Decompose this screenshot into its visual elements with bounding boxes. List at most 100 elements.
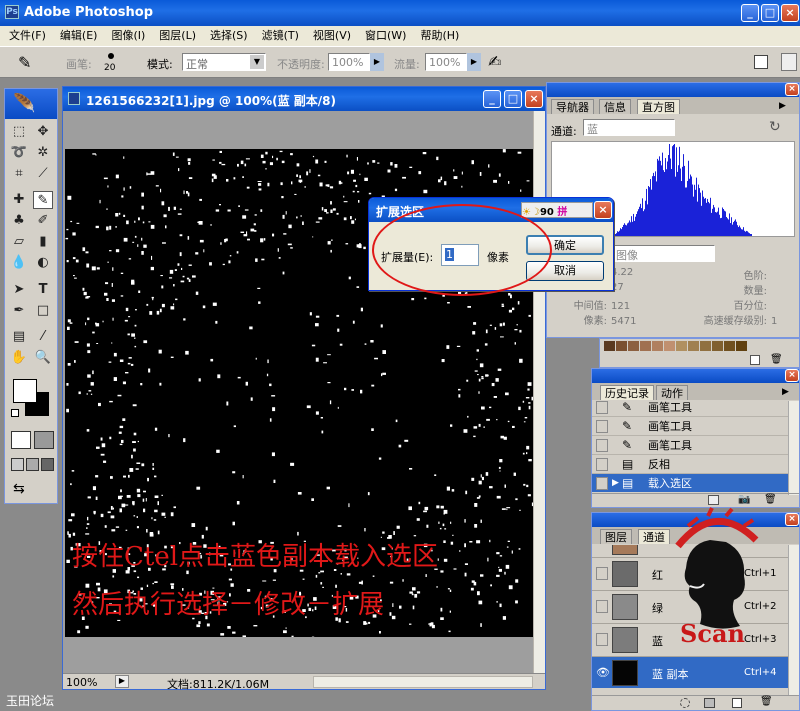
history-item[interactable]: ✎ 画笔工具 xyxy=(592,435,788,454)
history-close-button[interactable]: × xyxy=(785,369,799,382)
history-trash-icon[interactable]: 🗑 xyxy=(764,494,777,505)
swatch[interactable] xyxy=(724,341,735,351)
blur-tool-icon[interactable]: 💧 xyxy=(9,254,29,272)
tab-info[interactable]: 信息 xyxy=(599,99,631,114)
flow-input[interactable]: 100% xyxy=(425,53,467,71)
tab-layers[interactable]: 图层 xyxy=(600,529,632,544)
standard-mode-icon[interactable] xyxy=(11,431,31,449)
move-tool-icon[interactable]: ✥ xyxy=(33,123,53,141)
ok-button[interactable]: 确定 xyxy=(526,235,604,255)
history-item[interactable]: ▤ 反相 xyxy=(592,454,788,473)
screen-mode-standard-icon[interactable] xyxy=(11,458,24,471)
swatch[interactable] xyxy=(628,341,639,351)
doc-maximize-button[interactable]: □ xyxy=(504,90,522,108)
refresh-icon[interactable]: ↻ xyxy=(769,119,781,135)
save-selection-icon[interactable] xyxy=(704,698,715,708)
vertical-scrollbar[interactable] xyxy=(533,111,545,673)
menu-item-1[interactable]: 编辑(E) xyxy=(53,26,105,46)
swatch[interactable] xyxy=(676,341,687,351)
menu-item-7[interactable]: 窗口(W) xyxy=(358,26,413,46)
doc-minimize-button[interactable]: _ xyxy=(483,90,501,108)
shape-tool-icon[interactable]: □ xyxy=(33,302,53,320)
palette-well-icon[interactable] xyxy=(754,55,768,69)
crop-tool-icon[interactable]: ⌗ xyxy=(9,165,29,183)
swatch[interactable] xyxy=(700,341,711,351)
channels-close-button[interactable]: × xyxy=(785,513,799,526)
channel-row[interactable]: 👁 蓝 副本 Ctrl+4 xyxy=(592,656,788,688)
eraser-tool-icon[interactable]: ▱ xyxy=(9,233,29,251)
tab-actions[interactable]: 动作 xyxy=(656,385,688,400)
flow-arrow-icon[interactable]: ▶ xyxy=(467,53,481,71)
swatch[interactable] xyxy=(688,341,699,351)
eye-icon[interactable]: 👁 xyxy=(596,666,610,679)
swatch[interactable] xyxy=(712,341,723,351)
mode-select[interactable]: 正常 ▼ xyxy=(182,53,266,71)
hand-tool-icon[interactable]: ✋ xyxy=(9,349,29,367)
history-state-box[interactable] xyxy=(596,401,608,414)
tab-histogram[interactable]: 直方图 xyxy=(637,99,680,114)
quickmask-mode-icon[interactable] xyxy=(34,431,54,449)
trash-icon[interactable]: 🗑 xyxy=(770,354,783,365)
channel-select[interactable]: 蓝 xyxy=(583,119,675,136)
history-state-box[interactable] xyxy=(596,420,608,433)
history-item[interactable]: ✎ 画笔工具 xyxy=(592,401,788,416)
brush-tool-icon[interactable]: ✎ xyxy=(33,191,53,209)
workspace-icon[interactable] xyxy=(781,53,797,71)
opacity-arrow-icon[interactable]: ▶ xyxy=(370,53,384,71)
history-brush-tool-icon[interactable]: ✐ xyxy=(33,212,53,230)
menu-item-2[interactable]: 图像(I) xyxy=(104,26,152,46)
zoom-tool-icon[interactable]: 🔍 xyxy=(33,349,53,367)
tab-navigator[interactable]: 导航器 xyxy=(551,99,594,114)
navigator-close-button[interactable]: × xyxy=(785,83,799,96)
camera-icon[interactable]: 📷 xyxy=(738,494,750,505)
delete-channel-icon[interactable]: 🗑 xyxy=(760,696,773,707)
source-select[interactable]: 图像 xyxy=(607,245,715,262)
history-item[interactable]: ▶ ▤ 载入选区 xyxy=(592,473,788,492)
visibility-box[interactable] xyxy=(596,633,608,646)
zoom-level[interactable]: 100% xyxy=(66,676,97,689)
brush-tool-icon[interactable]: ✎ xyxy=(18,53,31,72)
channels-scrollbar[interactable] xyxy=(788,545,799,695)
screen-mode-full-menu-icon[interactable] xyxy=(26,458,39,471)
history-state-box[interactable] xyxy=(596,439,608,452)
jump-to-imageready-icon[interactable]: ⇆ xyxy=(13,481,25,497)
history-menu-icon[interactable]: ▶ xyxy=(782,387,789,397)
gradient-tool-icon[interactable]: ▮ xyxy=(33,233,53,251)
stamp-tool-icon[interactable]: ♣ xyxy=(9,212,29,230)
cancel-button[interactable]: 取消 xyxy=(526,261,604,281)
navigator-menu-icon[interactable]: ▶ xyxy=(779,101,786,111)
history-item[interactable]: ✎ 画笔工具 xyxy=(592,416,788,435)
menu-item-4[interactable]: 选择(S) xyxy=(203,26,255,46)
foreground-color-swatch[interactable] xyxy=(13,379,37,403)
menu-item-3[interactable]: 图层(L) xyxy=(152,26,203,46)
lasso-tool-icon[interactable]: ➰ xyxy=(9,144,29,162)
slice-tool-icon[interactable]: ⟋ xyxy=(33,165,53,183)
swatch[interactable] xyxy=(652,341,663,351)
healing-tool-icon[interactable]: ✚ xyxy=(9,191,29,209)
swatch[interactable] xyxy=(604,341,615,351)
default-colors-icon[interactable] xyxy=(11,409,19,417)
swatch[interactable] xyxy=(616,341,627,351)
close-button[interactable]: × xyxy=(781,4,799,22)
menu-item-6[interactable]: 视图(V) xyxy=(306,26,358,46)
tab-history[interactable]: 历史记录 xyxy=(600,385,654,400)
magic-wand-tool-icon[interactable]: ✲ xyxy=(33,144,53,162)
history-scrollbar[interactable] xyxy=(788,401,799,495)
new-document-icon[interactable] xyxy=(708,495,719,505)
notes-tool-icon[interactable]: ▤ xyxy=(9,328,29,346)
swatch[interactable] xyxy=(640,341,651,351)
maximize-button[interactable]: □ xyxy=(761,4,779,22)
expand-amount-input[interactable]: 1 xyxy=(441,244,479,266)
ime-indicator[interactable]: ☀☽90 拼 xyxy=(521,202,593,218)
swatch[interactable] xyxy=(736,341,747,351)
visibility-box[interactable] xyxy=(596,567,608,580)
pen-tool-icon[interactable]: ✒ xyxy=(9,302,29,320)
opacity-input[interactable]: 100% xyxy=(328,53,370,71)
horizontal-scrollbar[interactable] xyxy=(313,676,533,688)
dialog-close-button[interactable]: × xyxy=(594,201,612,219)
load-selection-icon[interactable] xyxy=(680,698,690,708)
eyedropper-tool-icon[interactable]: ⁄ xyxy=(33,328,53,346)
visibility-box[interactable] xyxy=(596,600,608,613)
brush-preview-icon[interactable] xyxy=(108,53,114,59)
new-swatch-icon[interactable] xyxy=(750,355,760,365)
